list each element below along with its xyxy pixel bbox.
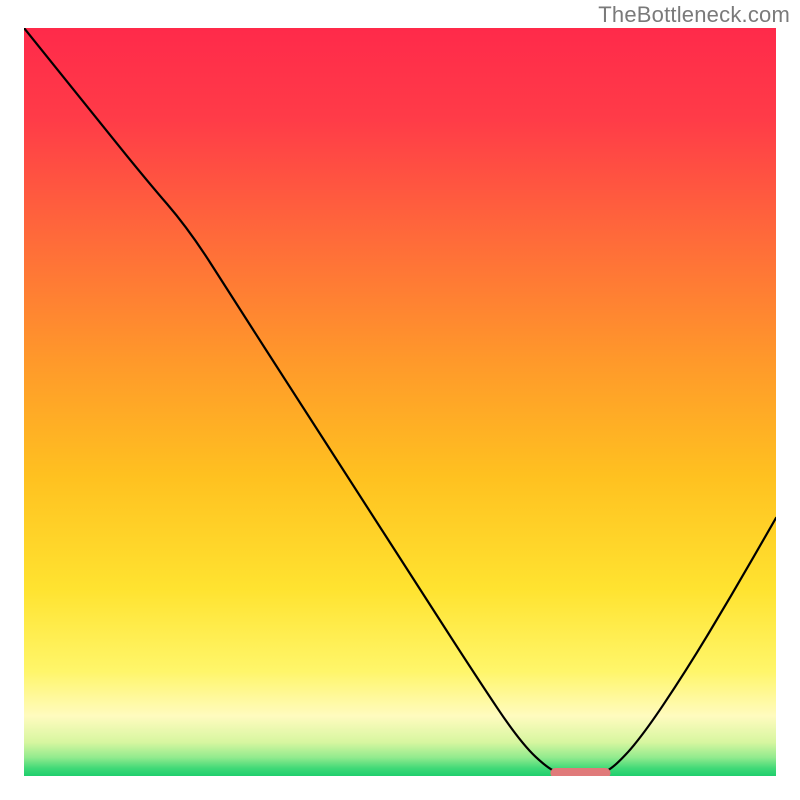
chart-svg <box>24 28 776 776</box>
plot-area <box>24 28 776 776</box>
watermark-text: TheBottleneck.com <box>598 2 790 28</box>
optimal-marker <box>550 768 610 776</box>
chart-stage: TheBottleneck.com <box>0 0 800 800</box>
gradient-background <box>24 28 776 776</box>
